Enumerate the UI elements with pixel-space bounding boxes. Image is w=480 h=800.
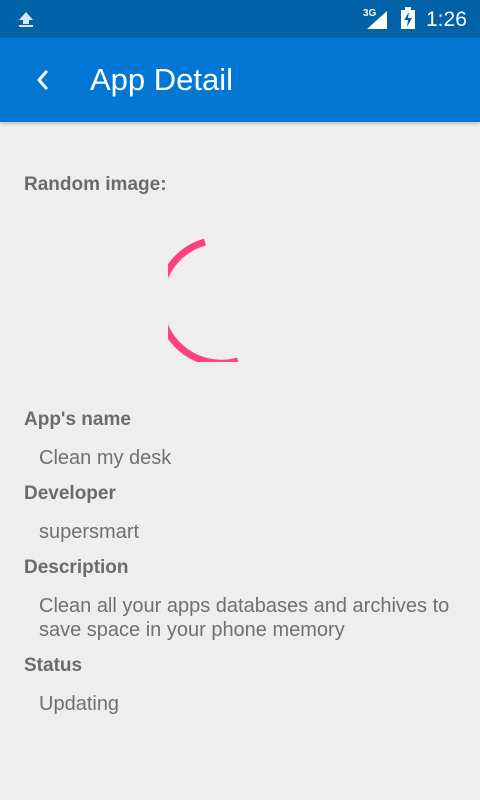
- developer-label: Developer: [24, 483, 116, 504]
- battery-charging-icon: [401, 7, 415, 29]
- signal-icon: [367, 11, 387, 29]
- app-bar: App Detail: [0, 38, 480, 122]
- status-label: Status: [24, 655, 83, 676]
- description-value: Clean all your apps databases and archiv…: [39, 595, 450, 641]
- random-image-label: Random image:: [24, 174, 167, 195]
- developer-value: supersmart: [39, 521, 140, 543]
- loading-spinner: [168, 238, 239, 362]
- app-name-value: Clean my desk: [39, 447, 172, 469]
- page-title: App Detail: [90, 62, 234, 97]
- chevron-left-icon[interactable]: [22, 60, 62, 100]
- status-time: 1:26: [426, 8, 467, 31]
- upload-icon: [19, 12, 33, 27]
- status-value: Updating: [39, 693, 120, 715]
- app-name-label: App's name: [24, 409, 131, 430]
- description-label: Description: [24, 557, 129, 578]
- status-bar: 3G 1:26: [0, 0, 480, 38]
